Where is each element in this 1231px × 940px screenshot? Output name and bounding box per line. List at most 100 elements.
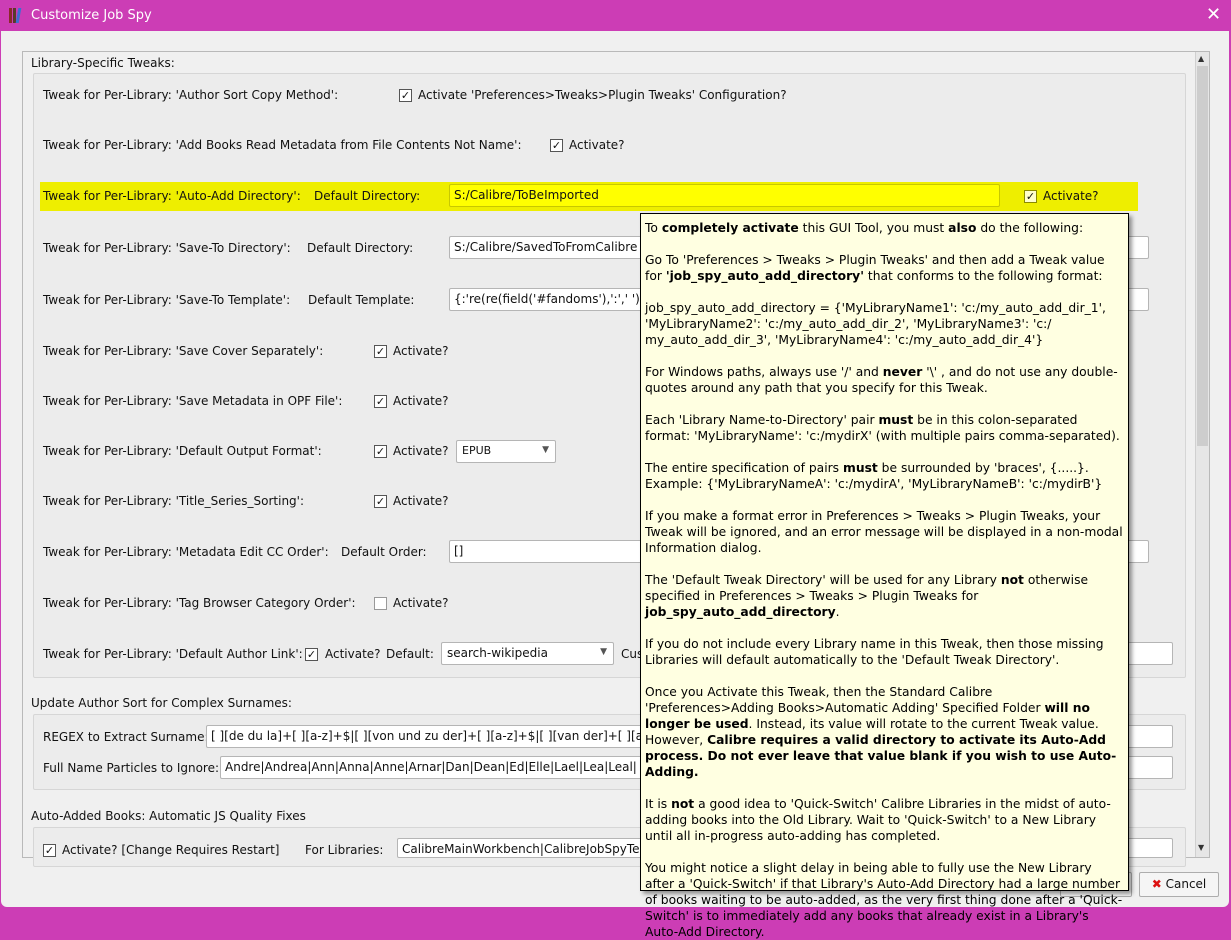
- libraries-label: For Libraries:: [305, 843, 384, 857]
- tooltip-text: For Windows paths, always use '/' and: [645, 365, 883, 379]
- auto-fix-checkbox-label[interactable]: Activate? [Change Requires Restart]: [62, 843, 279, 857]
- window-title: Customize Job Spy: [31, 8, 152, 23]
- tooltip-text: To: [645, 221, 662, 235]
- save-to-dir-label: Tweak for Per-Library: 'Save-To Director…: [43, 241, 291, 255]
- read-metadata-checkbox[interactable]: ✓: [550, 139, 563, 152]
- auto-add-checkbox-label[interactable]: Activate?: [1043, 189, 1099, 203]
- tooltip-paragraph: Go To 'Preferences > Tweaks > Plugin Twe…: [645, 252, 1124, 284]
- auto-add-checkbox[interactable]: ✓: [1024, 190, 1037, 203]
- read-metadata-checkbox-label[interactable]: Activate?: [569, 138, 625, 152]
- scroll-down-icon[interactable]: ▼: [1198, 843, 1204, 852]
- calibre-books-icon: [9, 8, 23, 23]
- author-sort-copy-checkbox-label[interactable]: Activate 'Preferences>Tweaks>Plugin Twea…: [418, 88, 787, 102]
- tooltip-text: The entire specification of pairs: [645, 461, 843, 475]
- tooltip-bold-text: not: [1000, 573, 1024, 587]
- auto-add-field-label: Default Directory:: [314, 189, 421, 203]
- save-cover-checkbox-label[interactable]: Activate?: [393, 344, 449, 358]
- author-link-value: search-wikipedia: [447, 646, 548, 660]
- section-library-tweaks: Library-Specific Tweaks:: [31, 56, 175, 70]
- author-link-default-label: Default:: [386, 647, 434, 661]
- author-link-select[interactable]: search-wikipedia ▼: [441, 642, 614, 665]
- tooltip-paragraph: To completely activate this GUI Tool, yo…: [645, 220, 1124, 236]
- save-to-template-field-label: Default Template:: [308, 293, 415, 307]
- output-format-value: EPUB: [462, 444, 492, 457]
- tooltip-text: You might notice a slight delay in being…: [645, 861, 1123, 939]
- tooltip-bold-text: job_spy_auto_add_directory: [645, 605, 836, 619]
- particles-label: Full Name Particles to Ignore:: [43, 761, 220, 775]
- output-format-checkbox[interactable]: ✓: [374, 445, 387, 458]
- section-author-sort: Update Author Sort for Complex Surnames:: [31, 696, 292, 710]
- tooltip-text: job_spy_auto_add_directory = {'MyLibrary…: [645, 301, 1106, 347]
- tag-browser-label: Tweak for Per-Library: 'Tag Browser Cate…: [43, 596, 356, 610]
- section-auto-added: Auto-Added Books: Automatic JS Quality F…: [31, 809, 306, 823]
- tooltip-text: this GUI Tool, you must: [798, 221, 949, 235]
- tooltip-bold-text: must: [843, 461, 878, 475]
- tooltip-text: Each 'Library Name-to-Directory' pair: [645, 413, 879, 427]
- tooltip-paragraph: The entire specification of pairs must b…: [645, 460, 1124, 492]
- save-to-dir-field-label: Default Directory:: [307, 241, 414, 255]
- title-series-checkbox-label[interactable]: Activate?: [393, 494, 449, 508]
- tag-browser-checkbox-label[interactable]: Activate?: [393, 596, 449, 610]
- chevron-down-icon: ▼: [542, 445, 549, 455]
- tooltip-paragraph: If you do not include every Library name…: [645, 636, 1124, 668]
- auto-add-tooltip: To completely activate this GUI Tool, yo…: [640, 213, 1129, 939]
- author-link-label: Tweak for Per-Library: 'Default Author L…: [43, 647, 303, 661]
- author-link-checkbox[interactable]: ✓: [305, 648, 318, 661]
- vertical-scrollbar[interactable]: ▲ ▼: [1195, 52, 1209, 857]
- close-icon[interactable]: ✕: [1206, 6, 1221, 24]
- save-opf-checkbox-label[interactable]: Activate?: [393, 394, 449, 408]
- tooltip-text: If you make a format error in Preference…: [645, 509, 1123, 555]
- auto-add-label: Tweak for Per-Library: 'Auto-Add Directo…: [43, 189, 301, 203]
- tooltip-text: that conforms to the following format:: [863, 269, 1103, 283]
- tooltip-bold-text: completely activate: [661, 221, 799, 235]
- tooltip-paragraph: You might notice a slight delay in being…: [645, 860, 1124, 940]
- tooltip-bold-text: never: [882, 365, 923, 379]
- author-sort-copy-label: Tweak for Per-Library: 'Author Sort Copy…: [43, 88, 339, 102]
- tooltip-text: do the following:: [976, 221, 1084, 235]
- tooltip-text: a good idea to 'Quick-Switch' Calibre Li…: [645, 797, 1111, 843]
- cancel-label: Cancel: [1165, 877, 1207, 891]
- tooltip-bold-text: Calibre requires a valid directory to ac…: [645, 733, 1117, 779]
- auto-add-directory-input[interactable]: S:/Calibre/ToBeImported: [449, 184, 1000, 207]
- cc-order-field-label: Default Order:: [341, 545, 427, 559]
- tooltip-bold-text: also: [948, 221, 977, 235]
- tooltip-bold-text: must: [878, 413, 914, 427]
- tooltip-text: If you do not include every Library name…: [645, 637, 1104, 667]
- auto-fix-checkbox[interactable]: ✓: [43, 844, 56, 857]
- tooltip-text: .: [835, 605, 840, 619]
- tooltip-text: Once you Activate this Tweak, then the S…: [645, 685, 1045, 715]
- scroll-up-icon[interactable]: ▲: [1198, 54, 1204, 63]
- scrollbar-thumb[interactable]: [1197, 66, 1208, 446]
- save-opf-checkbox[interactable]: ✓: [374, 395, 387, 408]
- tooltip-paragraph: job_spy_auto_add_directory = {'MyLibrary…: [645, 300, 1124, 348]
- regex-label: REGEX to Extract Surname:: [43, 730, 209, 744]
- title-series-label: Tweak for Per-Library: 'Title_Series_Sor…: [43, 494, 305, 508]
- tooltip-bold-text: not: [671, 797, 695, 811]
- output-format-select[interactable]: EPUB ▼: [456, 440, 556, 463]
- read-metadata-label: Tweak for Per-Library: 'Add Books Read M…: [43, 138, 522, 152]
- chevron-down-icon: ▼: [600, 647, 607, 657]
- save-to-template-label: Tweak for Per-Library: 'Save-To Template…: [43, 293, 291, 307]
- title-bar: Customize Job Spy ✕: [0, 0, 1231, 31]
- tooltip-paragraph: The 'Default Tweak Directory' will be us…: [645, 572, 1124, 620]
- tooltip-paragraph: Once you Activate this Tweak, then the S…: [645, 684, 1124, 780]
- tooltip-paragraph: For Windows paths, always use '/' and ne…: [645, 364, 1124, 396]
- cc-order-label: Tweak for Per-Library: 'Metadata Edit CC…: [43, 545, 329, 559]
- tag-browser-checkbox[interactable]: [374, 597, 387, 610]
- title-series-checkbox[interactable]: ✓: [374, 495, 387, 508]
- tooltip-bold-text: 'job_spy_auto_add_directory': [665, 269, 864, 283]
- cancel-button[interactable]: ✖ Cancel: [1139, 872, 1219, 897]
- output-format-label: Tweak for Per-Library: 'Default Output F…: [43, 444, 322, 458]
- tooltip-text: It is: [645, 797, 672, 811]
- author-sort-copy-checkbox[interactable]: ✓: [399, 89, 412, 102]
- save-cover-checkbox[interactable]: ✓: [374, 345, 387, 358]
- tooltip-paragraph: If you make a format error in Preference…: [645, 508, 1124, 556]
- tooltip-text: The 'Default Tweak Directory' will be us…: [645, 573, 1001, 587]
- save-cover-label: Tweak for Per-Library: 'Save Cover Separ…: [43, 344, 324, 358]
- author-link-checkbox-label[interactable]: Activate?: [325, 647, 381, 661]
- cancel-x-icon: ✖: [1151, 877, 1162, 891]
- output-format-checkbox-label[interactable]: Activate?: [393, 444, 449, 458]
- tooltip-paragraph: Each 'Library Name-to-Directory' pair mu…: [645, 412, 1124, 444]
- save-opf-label: Tweak for Per-Library: 'Save Metadata in…: [43, 394, 343, 408]
- tooltip-paragraph: It is not a good idea to 'Quick-Switch' …: [645, 796, 1124, 844]
